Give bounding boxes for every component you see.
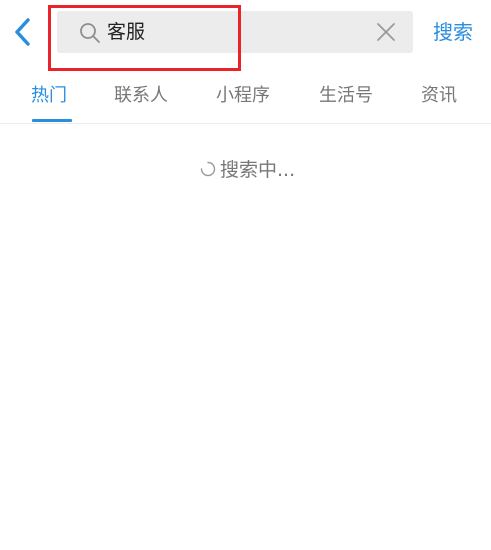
- active-tab-indicator: [32, 119, 72, 122]
- loading-text: 搜索中...: [220, 159, 296, 181]
- spinner-icon: [200, 161, 216, 176]
- search-icon: [80, 23, 100, 43]
- tab-hot[interactable]: 热门: [31, 84, 67, 108]
- back-button[interactable]: [6, 12, 40, 52]
- loading-indicator: 搜索中...: [200, 155, 295, 182]
- tab-mini-programs[interactable]: 小程序: [216, 84, 270, 108]
- search-submit-button[interactable]: 搜索: [433, 17, 473, 47]
- search-input[interactable]: [107, 11, 357, 53]
- search-header: 搜索: [0, 0, 491, 71]
- tab-news[interactable]: 资讯: [421, 84, 457, 108]
- close-icon[interactable]: [375, 21, 397, 43]
- tab-life-accounts[interactable]: 生活号: [319, 84, 373, 108]
- result-tabs: 热门 联系人 小程序 生活号 资讯: [0, 66, 491, 124]
- search-box[interactable]: [57, 11, 413, 53]
- tab-contacts[interactable]: 联系人: [114, 84, 168, 108]
- search-screen: 搜索 热门 联系人 小程序 生活号 资讯 搜索中...: [0, 0, 491, 550]
- chevron-left-icon: [15, 18, 30, 46]
